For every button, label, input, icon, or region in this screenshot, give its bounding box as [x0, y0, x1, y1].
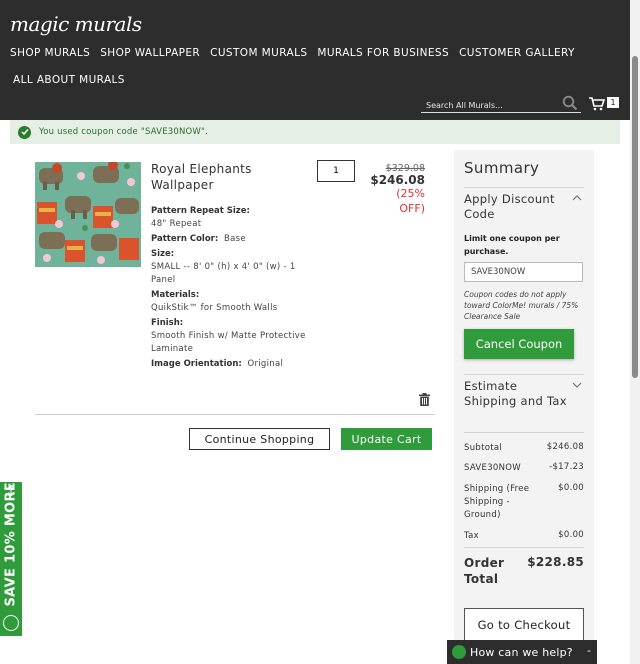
cart-divider	[35, 414, 435, 415]
scrollbar-thumb[interactable]	[632, 56, 638, 378]
tax-label: Tax	[464, 531, 479, 541]
nav-row-2: ALL ABOUT MURALS	[0, 67, 560, 93]
option-row: Pattern Color: Base	[151, 233, 311, 246]
site-logo[interactable]: magic murals	[10, 10, 142, 38]
nav-custom-murals[interactable]: CUSTOM MURALS	[210, 47, 307, 59]
cart-icon	[589, 97, 606, 111]
chevron-up-icon[interactable]	[572, 194, 582, 202]
main-nav: SHOP MURALS SHOP WALLPAPER CUSTOM MURALS…	[0, 40, 574, 93]
coupon-code-input[interactable]	[464, 262, 583, 282]
coupon-discount-value: -$17.23	[549, 462, 584, 472]
cart-count-badge: 1	[607, 97, 619, 108]
shipping-estimate-toggle[interactable]: Estimate Shipping and Tax	[464, 379, 569, 409]
coupon-exclusion-note: Coupon codes do not apply toward ColorMe…	[464, 290, 579, 321]
option-label: Image Orientation:	[151, 359, 242, 369]
shipping-value: $0.00	[558, 483, 584, 493]
nav-murals-for-business[interactable]: MURALS FOR BUSINESS	[317, 47, 449, 59]
search-bar	[421, 93, 581, 115]
chat-widget[interactable]: How can we help? -	[447, 640, 597, 664]
option-value: Smooth Finish w/ Matte Protective Lamina…	[151, 331, 306, 354]
chat-minimize-button[interactable]: -	[587, 644, 591, 657]
order-total-row: Order Total $228.85	[464, 555, 584, 587]
trash-icon[interactable]	[419, 393, 430, 406]
coupon-discount-label: SAVE30NOW	[464, 463, 521, 473]
checkout-button[interactable]: Go to Checkout	[464, 608, 584, 641]
summary-title: Summary	[464, 159, 540, 177]
cancel-coupon-button[interactable]: Cancel Coupon	[464, 329, 574, 359]
order-total-label: Order Total	[464, 556, 505, 586]
logo-text: magic murals	[10, 12, 142, 36]
search-icon[interactable]	[562, 95, 578, 111]
option-label: Finish:	[151, 318, 184, 328]
chat-prompt: How can we help?	[470, 645, 573, 659]
save-promo-tab[interactable]: SAVE 10% MORE!	[0, 475, 22, 636]
product-thumbnail[interactable]	[35, 162, 141, 267]
shipping-label: Shipping (Free Shipping - Ground)	[464, 484, 530, 520]
coupon-limit-note: Limit one coupon per purchase.	[464, 234, 560, 256]
order-summary: Summary Apply Discount Code Limit one co…	[454, 150, 594, 664]
discount-toggle[interactable]: Apply Discount Code	[464, 192, 569, 222]
coupon-message-text: You used coupon code "SAVE30NOW".	[39, 127, 209, 137]
summary-divider	[464, 374, 584, 375]
page-scrollbar[interactable]	[630, 0, 640, 664]
nav-shop-murals[interactable]: SHOP MURALS	[10, 47, 90, 59]
option-label: Pattern Color:	[151, 234, 219, 244]
option-label: Size:	[151, 249, 175, 259]
order-total-value: $228.85	[527, 555, 584, 569]
product-name[interactable]: Royal Elephants Wallpaper	[151, 161, 291, 193]
subtotal-row: Subtotal $246.08	[464, 442, 584, 455]
option-value: SMALL -- 8' 0" (h) x 4' 0" (w) - 1 Panel	[151, 262, 296, 285]
option-label: Materials:	[151, 290, 200, 300]
tax-row: Tax $0.00	[464, 530, 584, 543]
chevron-down-icon[interactable]	[572, 381, 582, 389]
option-value: 48" Repeat	[151, 219, 202, 229]
product-options: Pattern Repeat Size: 48" Repeat Pattern …	[151, 203, 311, 371]
continue-shopping-button[interactable]: Continue Shopping	[189, 428, 330, 450]
option-value: QuikStik™ for Smooth Walls	[151, 303, 278, 313]
chat-icon	[452, 645, 466, 659]
shipping-row: Shipping (Free Shipping - Ground) $0.00	[464, 483, 584, 522]
nav-row-1: SHOP MURALS SHOP WALLPAPER CUSTOM MURALS…	[0, 40, 574, 66]
discount-percent: (25% OFF)	[396, 187, 425, 215]
quantity-input[interactable]	[317, 160, 355, 182]
subtotal-label: Subtotal	[464, 443, 503, 453]
option-label: Pattern Repeat Size:	[151, 206, 250, 216]
save-promo-text: SAVE 10% MORE!	[3, 475, 19, 607]
gift-icon	[3, 615, 19, 631]
option-row: Image Orientation: Original	[151, 358, 311, 371]
cart-button[interactable]: 1	[589, 96, 621, 112]
check-circle-icon	[18, 125, 31, 139]
option-value: Original	[247, 359, 284, 369]
nav-shop-wallpaper[interactable]: SHOP WALLPAPER	[100, 47, 200, 59]
site-header: magic murals SHOP MURALS SHOP WALLPAPER …	[0, 0, 630, 120]
coupon-discount-row: SAVE30NOW -$17.23	[464, 462, 584, 475]
nav-customer-gallery[interactable]: CUSTOMER GALLERY	[459, 47, 575, 59]
coupon-success-message: You used coupon code "SAVE30NOW".	[10, 120, 620, 144]
elephant-pattern-image	[35, 162, 141, 267]
discounted-price: $246.08	[370, 173, 425, 187]
nav-all-about-murals[interactable]: ALL ABOUT MURALS	[13, 74, 125, 86]
summary-divider	[464, 187, 584, 188]
summary-divider	[464, 432, 584, 433]
summary-divider	[464, 547, 584, 548]
subtotal-value: $246.08	[546, 442, 584, 452]
update-cart-button[interactable]: Update Cart	[341, 428, 432, 450]
tax-value: $0.00	[558, 530, 584, 540]
search-input[interactable]	[421, 96, 551, 115]
option-value: Base	[223, 234, 246, 244]
